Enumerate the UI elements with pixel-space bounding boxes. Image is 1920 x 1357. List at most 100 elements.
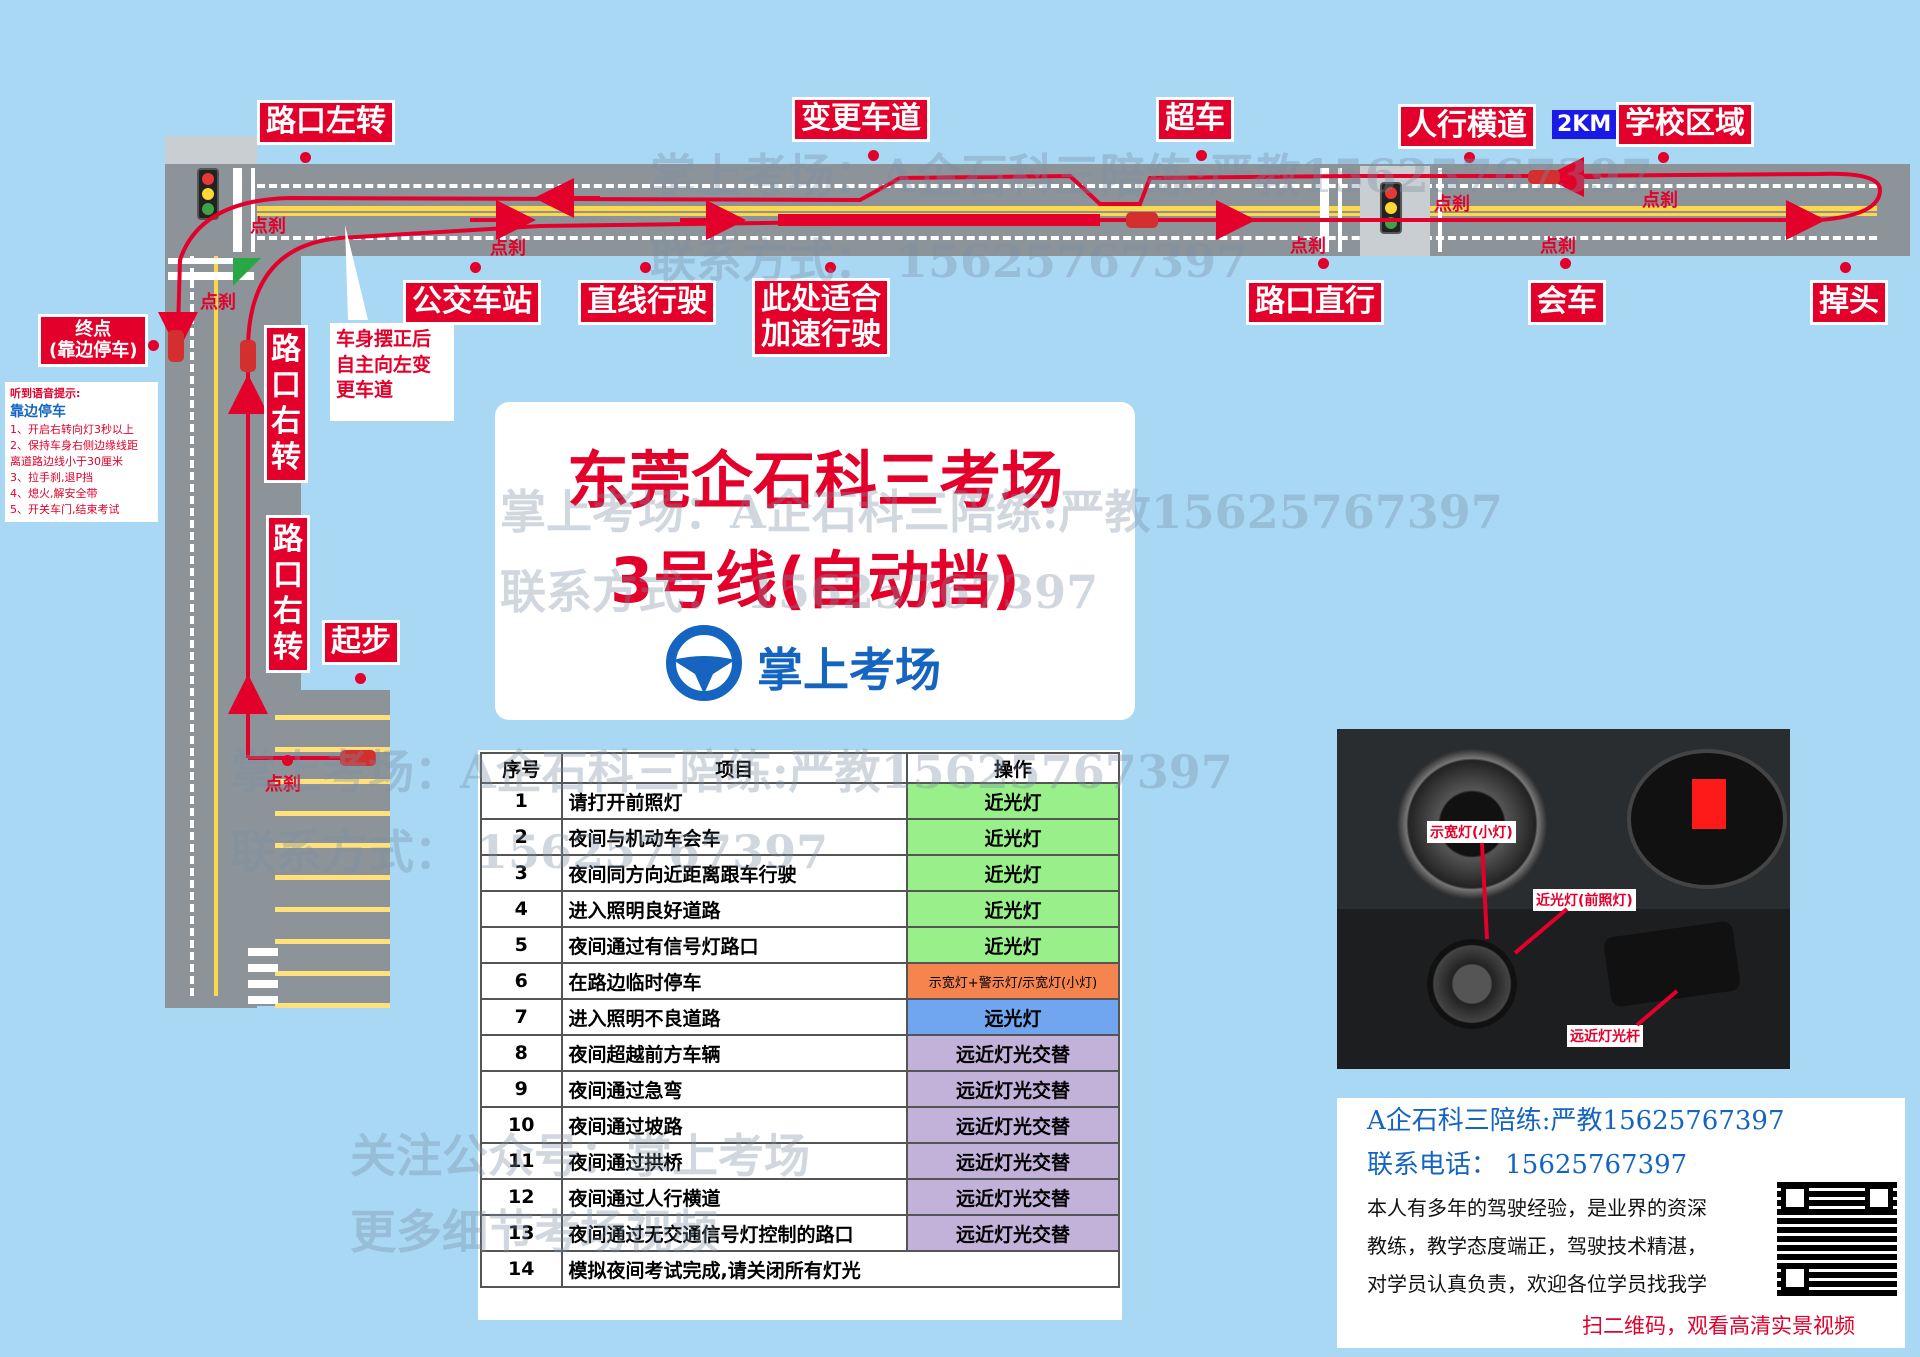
row-number: 2 [480,818,563,856]
row-number: 4 [480,890,563,928]
row-number: 1 [480,782,563,820]
page-title: 东莞企石科三考场 [566,444,1063,517]
marker-dot [1318,258,1329,269]
brake-label: 点刹 [250,216,286,237]
marker-dot [470,262,481,273]
label-lane-change: 变更车道 [792,97,930,142]
voice-step: 5、开关车门,结束考试 [10,502,120,516]
note-line-2: 自主向左变 [336,353,432,376]
table-row: 4 进入照明良好道路 近光灯 [480,890,1120,928]
voice-step: 离道路边线小于30厘米 [10,455,123,469]
distance-badge: 2KM [1552,110,1617,139]
row-item: 夜间通过人行横道 [560,1178,909,1216]
table-row: 1 请打开前照灯 近光灯 [480,782,1120,820]
row-number: 11 [480,1142,563,1180]
table-row: 3 夜间同方向近距离跟车行驶 近光灯 [480,854,1120,892]
qr-code-icon[interactable] [1777,1180,1897,1296]
voice-tip-heading: 听到语音提示: [10,387,81,400]
note-line-1: 车身摆正后 [336,328,432,350]
voice-step: 3、拉手刹,退P挡 [10,471,94,485]
car-icon [340,750,376,766]
label-straight-drive: 直线行驶 [578,280,716,325]
label-accelerate: 此处适合 加速行驶 [752,278,890,357]
car-icon [1528,170,1560,184]
marker-dot [1464,152,1475,163]
voice-step: 1、开启右转向灯3秒以上 [10,423,134,437]
header-number: 序号 [480,752,563,784]
voice-tip-title: 靠边停车 [10,403,66,420]
row-item: 进入照明不良道路 [560,998,909,1036]
row-operation: 近光灯 [906,890,1120,928]
marker-dot [1840,262,1851,273]
brake-label: 点刹 [1540,236,1576,257]
table-row: 14 模拟夜间考试完成,请关闭所有灯光 [480,1250,1121,1288]
accelerate-line-2: 加速行驶 [761,316,881,352]
row-item: 模拟夜间考试完成,请关闭所有灯光 [560,1250,1121,1288]
row-item: 夜间通过无交通信号灯控制的路口 [560,1214,909,1252]
row-number: 7 [480,998,563,1036]
car-icon [240,340,256,372]
table-row: 13 夜间通过无交通信号灯控制的路口 远近灯光交替 [480,1214,1120,1252]
dashboard-photo: 示宽灯(小灯) 近光灯(前照灯) 远近灯光杆 [1337,729,1790,1069]
label-bus-stop: 公交车站 [403,280,541,325]
row-operation: 远近灯光交替 [906,1178,1120,1216]
row-number: 9 [480,1070,563,1108]
car-icon [1126,212,1158,228]
brand-name: 掌上考场 [757,643,941,697]
page-subtitle: 3号线(自动挡) [610,544,1020,617]
contact-desc: 本人有多年的驾驶经验，是业界的资深 [1367,1196,1707,1220]
row-number: 14 [480,1250,563,1288]
brake-label: 点刹 [490,238,526,259]
voice-step: 4、熄火,解安全带 [10,486,98,500]
row-number: 5 [480,926,563,964]
brake-label: 点刹 [1642,190,1678,211]
row-item: 进入照明良好道路 [560,890,909,928]
row-item: 夜间超越前方车辆 [560,1034,909,1072]
table-row: 12 夜间通过人行横道 远近灯光交替 [480,1178,1120,1216]
row-item: 夜间通过拱桥 [560,1142,909,1180]
row-operation: 近光灯 [906,782,1120,820]
table-row: 11 夜间通过拱桥 远近灯光交替 [480,1142,1120,1180]
row-operation: 远近灯光交替 [906,1106,1120,1144]
end-line-1: 终点 [75,319,112,340]
row-item: 在路边临时停车 [560,962,909,1000]
row-item: 请打开前照灯 [560,782,909,820]
title-card: 东莞企石科三考场 3号线(自动挡) 掌上考场 [495,402,1135,720]
brake-label: 点刹 [200,292,236,313]
brake-label: 点刹 [265,774,301,795]
table-row: 9 夜间通过急弯 远近灯光交替 [480,1070,1120,1108]
row-number: 12 [480,1178,563,1216]
note-line-3: 更车道 [336,379,394,402]
row-number: 6 [480,962,563,1000]
steering-wheel-icon [666,625,742,701]
label-right-turn-2: 路口右转 [266,515,310,673]
header-item: 项目 [560,752,909,784]
table-row: 2 夜间与机动车会车 近光灯 [480,818,1120,856]
marker-dot [868,150,879,161]
photo-arrows [1480,842,1679,1027]
row-item: 夜间通过坡路 [560,1106,909,1144]
label-start: 起步 [322,620,400,665]
label-overtake: 超车 [1156,97,1234,142]
header-operation: 操作 [906,752,1120,784]
end-line-2: (靠边停车) [49,339,138,361]
accelerate-line-1: 此处适合 [761,282,881,317]
brake-label: 点刹 [1434,194,1470,215]
contact-panel: A企石科三陪练:严教15625767397 联系电话： 15625767397 … [1337,1098,1905,1348]
marker-dot [1658,152,1669,163]
marker-dot [300,152,311,163]
table-row: 5 夜间通过有信号灯路口 近光灯 [480,926,1120,964]
label-left-turn: 路口左转 [257,100,395,145]
row-operation: 近光灯 [906,818,1120,856]
label-school-zone: 学校区域 [1616,102,1754,147]
row-number: 10 [480,1106,563,1144]
table-header-row: 序号 项目 操作 [480,752,1120,784]
marker-dot [825,262,836,273]
label-u-turn: 掉头 [1810,280,1888,325]
contact-desc: 对学员认真负责，欢迎各位学员找我学 [1367,1272,1707,1296]
row-number: 13 [480,1214,563,1252]
marker-dot [148,340,159,351]
label-right-turn-1: 路口右转 [264,325,308,483]
lane-change-note: 车身摆正后 自主向左变 更车道 [330,323,454,421]
row-operation: 远近灯光交替 [906,1214,1120,1252]
